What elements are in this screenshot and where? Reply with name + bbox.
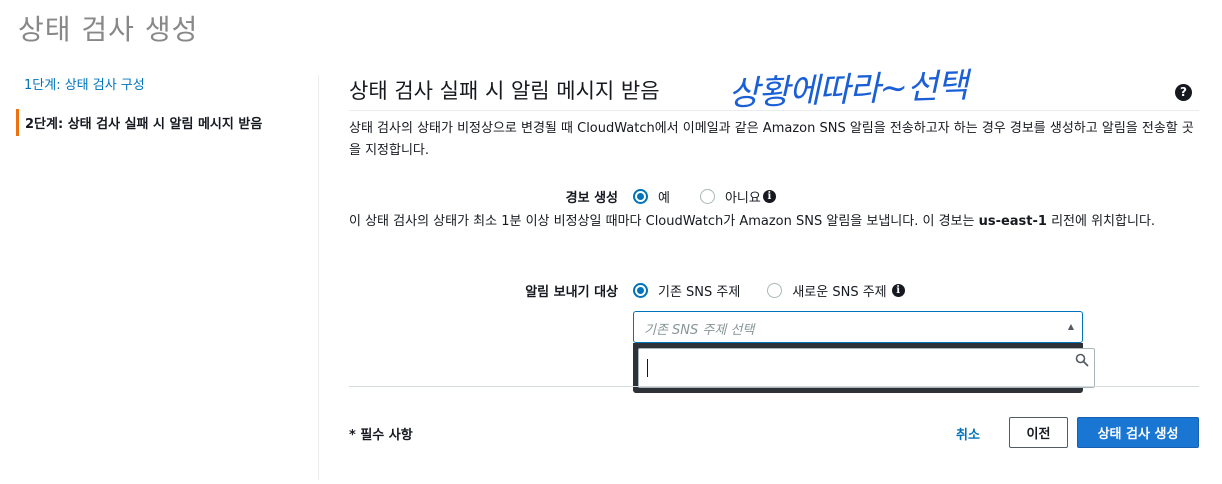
select-placeholder: 기존 SNS 주제 선택 [644,323,755,338]
wizard-steps: 1단계: 상태 검사 구성 2단계: 상태 검사 실패 시 알림 메시지 받음 [16,70,306,136]
existing-topic-label[interactable]: 기존 SNS 주제 [658,281,740,300]
existing-topic-radio[interactable] [633,283,648,298]
region-name: us-east-1 [978,214,1047,229]
info-icon[interactable]: i [762,190,776,203]
title-divider [349,110,1199,111]
help-icon[interactable]: ? [1175,84,1192,101]
alarm-no-label[interactable]: 아니요 [725,187,761,206]
new-topic-label[interactable]: 새로운 SNS 주제 [792,281,886,300]
cancel-button[interactable]: 취소 [956,424,980,443]
previous-button[interactable]: 이전 [1009,417,1068,448]
caret-up-icon: ▲ [1067,322,1074,331]
alarm-note: 이 상태 검사의 상태가 최소 1분 이상 비정상일 때마다 CloudWatc… [349,214,1156,229]
text-cursor [647,359,648,377]
step-link-configure[interactable]: 1단계: 상태 검사 구성 [16,70,306,97]
new-topic-radio[interactable] [767,283,783,298]
notify-label: 알림 보내기 대상 [525,285,618,300]
notify-radio-group: 기존 SNS 주제 새로운 SNS 주제 i [633,281,905,300]
section-description: 상태 검사의 상태가 비정상으로 변경될 때 CloudWatch에서 이메일과… [349,121,1194,158]
info-icon[interactable]: i [891,284,905,297]
required-note: * 필수 사항 [349,428,413,443]
handwritten-annotation: 상황에따라~선택 [727,65,969,115]
alarm-yes-label[interactable]: 예 [658,187,670,206]
search-icon [1075,353,1089,367]
section-title: 상태 검사 실패 시 알림 메시지 받음 [349,79,660,103]
vertical-divider [318,75,319,480]
alarm-no-radio[interactable] [699,189,715,204]
create-health-check-button[interactable]: 상태 검사 생성 [1077,417,1199,448]
topic-search-input[interactable] [638,348,1095,388]
footer-divider [349,386,1199,387]
alarm-yes-radio[interactable] [633,189,648,204]
sns-topic-select[interactable]: 기존 SNS 주제 선택 ▲ [633,311,1083,343]
step-current-notification: 2단계: 상태 검사 실패 시 알림 메시지 받음 [16,109,306,136]
alarm-label: 경보 생성 [565,191,618,206]
page-title: 상태 검사 생성 [18,13,199,46]
alarm-radio-group: 예 아니요 i [633,187,776,206]
